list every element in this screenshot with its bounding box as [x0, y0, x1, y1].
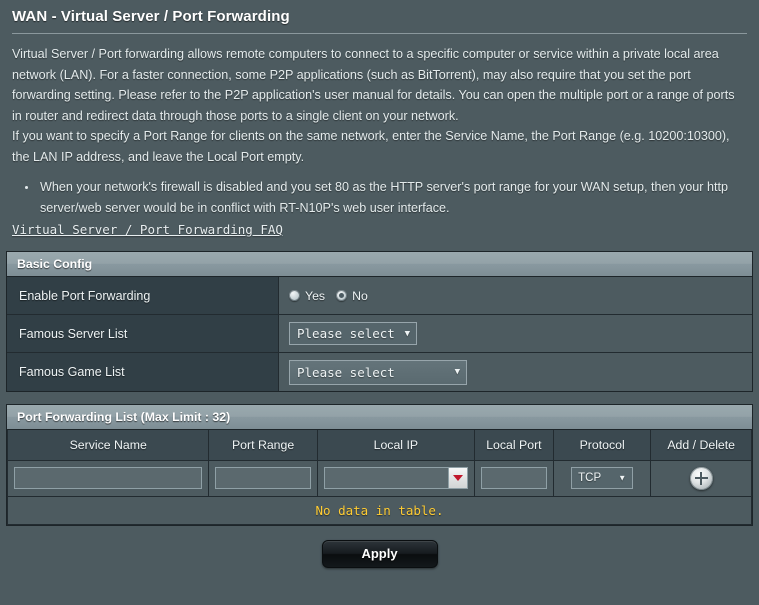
cell-protocol: TCP ▼	[552, 459, 652, 497]
radio-option-no[interactable]: No	[336, 289, 368, 303]
famous-server-list-selected-value: Please select	[297, 326, 395, 341]
radio-label-no: No	[352, 288, 368, 303]
radio-icon-yes[interactable]	[289, 290, 300, 301]
label-famous-server-list: Famous Server List	[7, 315, 279, 352]
local-port-input[interactable]	[480, 467, 547, 489]
local-ip-input[interactable]	[323, 467, 468, 489]
row-famous-server-list: Famous Server List Please select ▼	[7, 315, 752, 353]
chevron-down-icon: ▼	[404, 328, 410, 339]
description-block: Virtual Server / Port forwarding allows …	[0, 34, 759, 218]
radio-label-yes: Yes	[305, 288, 326, 303]
column-header-local-port: Local Port	[473, 430, 554, 461]
column-header-local-ip: Local IP	[316, 430, 475, 461]
basic-config-title: Basic Config	[17, 257, 93, 271]
radio-option-yes[interactable]: Yes	[289, 289, 325, 303]
port-forwarding-list-header: Port Forwarding List (Max Limit : 32)	[7, 405, 752, 430]
description-paragraph-2: If you want to specify a Port Range for …	[12, 129, 730, 164]
table-body: TCP ▼ No data in table.	[6, 459, 752, 525]
chevron-down-icon: ▼	[454, 367, 460, 377]
value-famous-server-list: Please select ▼	[279, 315, 752, 352]
label-famous-game-list: Famous Game List	[7, 353, 279, 391]
faq-link[interactable]: Virtual Server / Port Forwarding FAQ	[12, 222, 283, 237]
protocol-select[interactable]: TCP ▼	[571, 467, 634, 489]
enable-port-forwarding-radio-group: Yes No	[289, 289, 368, 303]
value-famous-game-list: Please select ▼	[279, 353, 752, 391]
table-head: Service Name Port Range Local IP Local P…	[6, 430, 752, 461]
column-header-port-range: Port Range	[208, 430, 318, 461]
port-forwarding-list-panel: Port Forwarding List (Max Limit : 32) Se…	[6, 404, 753, 526]
apply-button[interactable]: Apply	[321, 539, 438, 568]
empty-table-message: No data in table.	[7, 495, 752, 525]
cell-local-port	[473, 459, 554, 497]
caret-down-icon	[452, 475, 463, 481]
column-header-protocol: Protocol	[552, 430, 652, 461]
cell-port-range	[208, 459, 318, 497]
table-header-row: Service Name Port Range Local IP Local P…	[6, 430, 752, 461]
list-item: When your network's firewall is disabled…	[38, 177, 745, 218]
column-header-service-name: Service Name	[6, 430, 210, 461]
famous-game-list-selected-value: Please select	[297, 364, 395, 380]
row-enable-port-forwarding: Enable Port Forwarding Yes No	[7, 277, 752, 315]
port-range-input[interactable]	[215, 467, 311, 489]
description-paragraph-1: Virtual Server / Port forwarding allows …	[12, 47, 735, 123]
famous-server-list-select[interactable]: Please select ▼	[289, 322, 417, 345]
port-forwarding-table: Service Name Port Range Local IP Local P…	[6, 430, 752, 525]
column-header-add-delete: Add / Delete	[650, 430, 752, 461]
page-title: WAN - Virtual Server / Port Forwarding	[12, 8, 290, 25]
port-forwarding-list-title: Port Forwarding List (Max Limit : 32)	[17, 410, 231, 424]
add-entry-button[interactable]	[689, 466, 713, 490]
famous-game-list-select[interactable]: Please select ▼	[289, 359, 467, 385]
service-name-input[interactable]	[14, 467, 203, 489]
description-notes-list: When your network's firewall is disabled…	[12, 177, 745, 218]
table-row-empty: No data in table.	[7, 495, 752, 525]
cell-add-delete	[650, 459, 752, 497]
basic-config-panel: Basic Config Enable Port Forwarding Yes …	[6, 251, 753, 392]
cell-service-name	[6, 459, 210, 497]
local-ip-dropdown-button[interactable]	[447, 468, 467, 488]
radio-icon-no[interactable]	[336, 290, 348, 301]
protocol-selected-value: TCP	[578, 472, 602, 484]
row-famous-game-list: Famous Game List Please select ▼	[7, 353, 752, 391]
value-enable-port-forwarding: Yes No	[279, 277, 752, 314]
basic-config-header: Basic Config	[7, 252, 752, 277]
cell-local-ip	[316, 459, 475, 497]
footer-actions: Apply	[0, 539, 759, 568]
label-enable-port-forwarding: Enable Port Forwarding	[7, 277, 279, 314]
router-admin-page: WAN - Virtual Server / Port Forwarding V…	[0, 0, 759, 605]
chevron-down-icon: ▼	[618, 473, 627, 483]
local-ip-field-wrapper	[323, 467, 468, 489]
page-header: WAN - Virtual Server / Port Forwarding	[0, 0, 759, 25]
table-row-new-entry: TCP ▼	[6, 459, 752, 497]
